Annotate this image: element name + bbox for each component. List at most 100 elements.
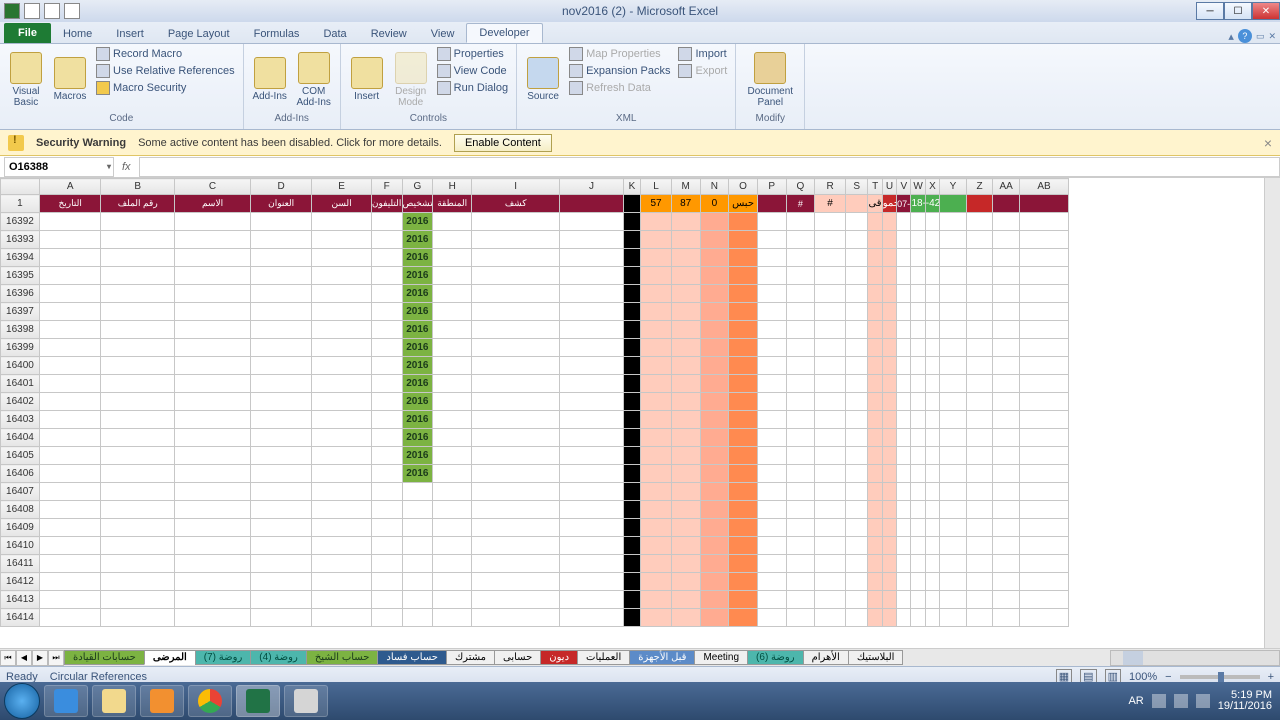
cell[interactable] <box>940 609 967 627</box>
cell[interactable] <box>1019 339 1068 357</box>
cell[interactable] <box>371 393 402 411</box>
cell[interactable] <box>101 339 175 357</box>
col-header[interactable]: V <box>897 179 911 195</box>
cell[interactable] <box>250 339 311 357</box>
cell[interactable] <box>175 573 251 591</box>
cell[interactable] <box>39 501 100 519</box>
cell[interactable] <box>925 483 939 501</box>
cell[interactable] <box>868 393 882 411</box>
com-addins-button[interactable]: COM Add-Ins <box>294 46 334 113</box>
cell[interactable] <box>1019 303 1068 321</box>
taskbar-excel[interactable] <box>236 685 280 717</box>
cell[interactable] <box>371 591 402 609</box>
cell[interactable] <box>757 555 786 573</box>
fx-icon[interactable]: fx <box>122 161 131 173</box>
cell[interactable] <box>815 213 846 231</box>
cell[interactable] <box>671 375 700 393</box>
cell[interactable] <box>1019 519 1068 537</box>
cell[interactable] <box>966 231 993 249</box>
cell[interactable] <box>433 393 472 411</box>
cell[interactable] <box>940 357 967 375</box>
cell[interactable] <box>1019 375 1068 393</box>
cell[interactable] <box>940 483 967 501</box>
cell[interactable] <box>101 591 175 609</box>
taskbar-chrome[interactable] <box>188 685 232 717</box>
cell[interactable] <box>911 573 925 591</box>
cell[interactable] <box>371 285 402 303</box>
row-header[interactable]: 16392 <box>1 213 40 231</box>
cell[interactable] <box>882 555 896 573</box>
row-header[interactable]: 16410 <box>1 537 40 555</box>
cell[interactable] <box>729 483 758 501</box>
cell[interactable] <box>101 303 175 321</box>
design-mode-button[interactable]: Design Mode <box>391 46 431 113</box>
cell[interactable] <box>993 483 1020 501</box>
cell[interactable] <box>39 285 100 303</box>
row-header[interactable]: 16395 <box>1 267 40 285</box>
sheet-tab[interactable]: حساب فساد <box>377 650 447 665</box>
cell[interactable] <box>560 267 624 285</box>
cell[interactable] <box>39 411 100 429</box>
cell[interactable] <box>882 537 896 555</box>
cell[interactable] <box>729 321 758 339</box>
cell[interactable] <box>786 231 815 249</box>
tab-view[interactable]: View <box>419 25 467 43</box>
cell[interactable] <box>101 429 175 447</box>
cell[interactable] <box>966 447 993 465</box>
cell[interactable] <box>868 285 882 303</box>
cell[interactable] <box>882 519 896 537</box>
cell[interactable] <box>402 501 433 519</box>
cell[interactable] <box>925 267 939 285</box>
insert-control-button[interactable]: Insert <box>347 46 387 113</box>
cell[interactable] <box>1019 483 1068 501</box>
cell[interactable] <box>911 501 925 519</box>
cell[interactable] <box>925 393 939 411</box>
col-header[interactable] <box>1 179 40 195</box>
cell[interactable] <box>312 519 371 537</box>
cell[interactable] <box>993 249 1020 267</box>
cell[interactable] <box>623 267 640 285</box>
cell[interactable]: 2016 <box>402 429 433 447</box>
cell[interactable] <box>433 573 472 591</box>
cell[interactable] <box>1019 447 1068 465</box>
cell[interactable] <box>623 321 640 339</box>
cell[interactable] <box>966 573 993 591</box>
cell[interactable] <box>641 609 672 627</box>
cell[interactable] <box>925 357 939 375</box>
cell[interactable] <box>729 429 758 447</box>
cell[interactable] <box>472 555 560 573</box>
cell[interactable] <box>940 285 967 303</box>
cell[interactable] <box>700 447 729 465</box>
cell[interactable] <box>815 465 846 483</box>
cell[interactable] <box>250 609 311 627</box>
cell[interactable] <box>815 267 846 285</box>
cell[interactable] <box>925 339 939 357</box>
cell[interactable] <box>671 447 700 465</box>
col-header[interactable]: Y <box>940 179 967 195</box>
cell[interactable] <box>433 555 472 573</box>
cell[interactable] <box>472 609 560 627</box>
header-cell[interactable]: التليفون <box>371 195 402 213</box>
cell[interactable] <box>560 447 624 465</box>
cell[interactable] <box>433 321 472 339</box>
header-cell[interactable]: 0 <box>700 195 729 213</box>
cell[interactable] <box>868 555 882 573</box>
cell[interactable] <box>882 339 896 357</box>
cell[interactable] <box>371 411 402 429</box>
cell[interactable] <box>966 555 993 573</box>
cell[interactable] <box>897 339 911 357</box>
cell[interactable] <box>433 249 472 267</box>
cell[interactable] <box>700 411 729 429</box>
cell[interactable] <box>623 213 640 231</box>
cell[interactable] <box>845 321 868 339</box>
cell[interactable] <box>623 555 640 573</box>
header-cell[interactable]: التشخيص <box>402 195 433 213</box>
cell[interactable] <box>433 357 472 375</box>
cell[interactable] <box>786 609 815 627</box>
col-header[interactable]: D <box>250 179 311 195</box>
cell[interactable] <box>472 591 560 609</box>
cell[interactable] <box>940 213 967 231</box>
cell[interactable] <box>560 303 624 321</box>
cell[interactable] <box>868 303 882 321</box>
cell[interactable] <box>671 231 700 249</box>
